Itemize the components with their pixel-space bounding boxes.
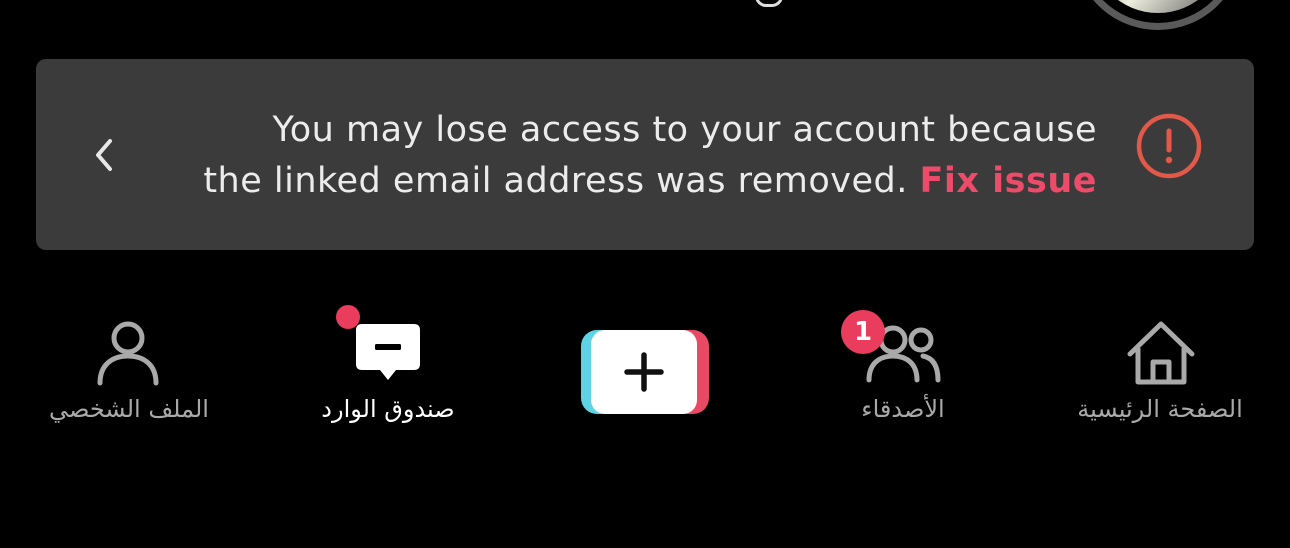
warning-line-1: You may lose access to your account beca… [272,110,1097,150]
nav-create[interactable] [535,300,755,440]
person-icon [97,321,159,386]
nav-home-label: الصفحة الرئيسية [1077,395,1243,423]
plus-icon [624,352,664,392]
exclamation-circle-icon [1136,113,1202,179]
warning-line-2-text: the linked email address was removed. [203,161,908,201]
warning-message: You may lose access to your account beca… [167,105,1097,207]
nav-inbox-label: صندوق الوارد [321,395,455,423]
chevron-left-icon[interactable] [90,135,120,175]
header-glyph [755,0,783,7]
account-warning-banner[interactable]: You may lose access to your account beca… [36,59,1254,250]
nav-profile-label: الملف الشخصي [49,395,209,423]
fix-issue-link[interactable]: Fix issue [920,161,1097,201]
home-icon [1127,321,1195,385]
nav-inbox[interactable]: صندوق الوارد [278,300,498,440]
message-icon [356,324,420,380]
nav-friends[interactable]: 1 الأصدقاء [793,300,1013,440]
inbox-unread-dot [336,305,360,329]
friends-badge: 1 [841,310,885,354]
avatar-image [1090,0,1226,13]
nav-home[interactable]: الصفحة الرئيسية [1050,300,1270,440]
bottom-navigation: الصفحة الرئيسية 1 الأصدقاء صندوق الوارد … [0,300,1290,450]
nav-friends-label: الأصدقاء [861,395,945,423]
warning-line-2: the linked email address was removed. Fi… [167,156,1097,207]
nav-profile[interactable]: الملف الشخصي [19,300,239,440]
profile-avatar[interactable] [1073,0,1243,30]
create-button[interactable] [581,330,709,414]
